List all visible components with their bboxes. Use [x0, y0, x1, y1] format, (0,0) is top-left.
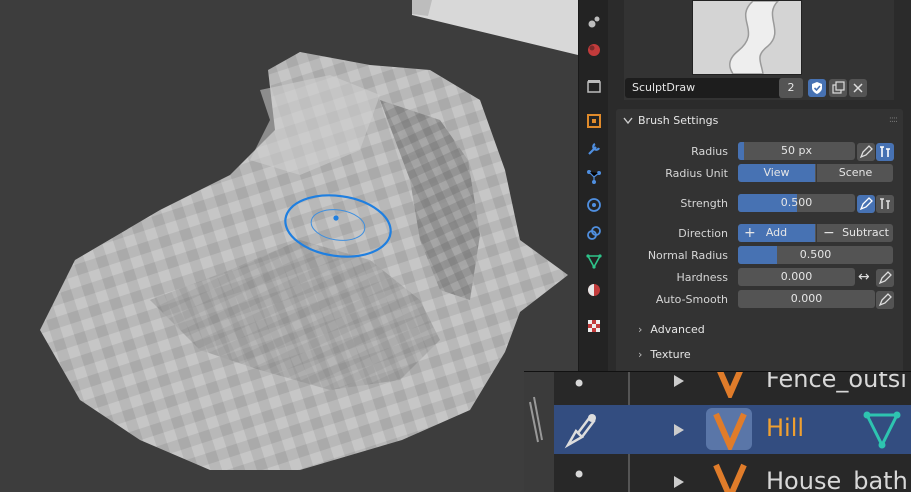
mesh-object-icon: [713, 463, 747, 492]
chevron-down-icon: [623, 117, 633, 125]
brush-users-count[interactable]: 2: [779, 78, 803, 98]
visibility-dot-icon[interactable]: •: [572, 461, 586, 489]
outliner-name-fence: Fence_outsi: [766, 371, 907, 393]
duplicate-icon[interactable]: [829, 79, 847, 97]
mesh-data-icon[interactable]: [862, 409, 902, 449]
pressure-pen-icon[interactable]: [876, 269, 894, 287]
expand-arrow-icon[interactable]: [672, 475, 686, 489]
pressure-pen-icon[interactable]: [857, 143, 875, 161]
drag-handle-icon[interactable]: ::::: [889, 115, 898, 125]
panel-title: Brush Settings: [638, 114, 719, 127]
radius-fill: [738, 142, 744, 160]
direction-subtract[interactable]: − Subtract: [816, 224, 893, 242]
normal-radius-label: Normal Radius: [647, 249, 728, 262]
radius-field[interactable]: 50 px: [738, 142, 855, 160]
radius-unit-row: Radius Unit View Scene: [608, 164, 911, 184]
strength-row: Strength 0.500: [608, 194, 911, 214]
particles-icon[interactable]: [586, 169, 602, 185]
sculpt-mesh[interactable]: [0, 0, 578, 491]
radius-unit-toggle: View Scene: [738, 164, 893, 182]
strength-field[interactable]: 0.500: [738, 194, 855, 212]
modifier-icon[interactable]: [586, 141, 602, 157]
physics-icon[interactable]: [586, 197, 602, 213]
chevron-right-icon: ›: [638, 348, 643, 361]
outliner-left-strip: [524, 372, 554, 492]
radius-unit-view[interactable]: View: [738, 164, 815, 182]
radius-label: Radius: [691, 145, 728, 158]
normal-radius-fill: [738, 246, 777, 264]
minus-icon: −: [823, 225, 835, 241]
pressure-pen-icon[interactable]: [857, 195, 875, 213]
expand-arrow-icon[interactable]: [672, 423, 686, 437]
normal-radius-row: Normal Radius 0.500: [608, 246, 911, 266]
chevron-right-icon: ›: [638, 323, 643, 336]
radius-unit-label: Radius Unit: [665, 167, 728, 180]
radius-row: Radius 50 px: [608, 142, 911, 162]
auto-smooth-field[interactable]: 0.000: [738, 290, 875, 308]
hardness-label: Hardness: [676, 271, 728, 284]
outliner-row-hill[interactable]: Hill: [554, 405, 911, 454]
object-icon[interactable]: [586, 113, 602, 129]
advanced-subpanel[interactable]: › Advanced: [638, 323, 705, 336]
hardness-row: Hardness 0.000 ↔: [608, 268, 911, 288]
auto-smooth-row: Auto-Smooth 0.000: [608, 290, 911, 310]
expand-arrow-icon[interactable]: [672, 374, 686, 388]
strength-label: Strength: [680, 197, 728, 210]
unified-strength-icon[interactable]: [876, 195, 894, 213]
outliner-name-hill: Hill: [766, 414, 805, 442]
collection-icon[interactable]: [586, 78, 602, 94]
direction-row: Direction + Add − Subtract: [608, 224, 911, 244]
brush-name-field[interactable]: SculptDraw: [625, 78, 782, 98]
pressure-pen-icon[interactable]: [876, 291, 894, 309]
outliner-zoom: • Fence_outsi Hill • House_bath: [524, 371, 911, 492]
material-icon[interactable]: [586, 282, 602, 298]
3d-viewport[interactable]: [0, 0, 578, 491]
plus-icon: +: [744, 225, 756, 241]
data-icon[interactable]: [586, 253, 602, 269]
properties-editor: SculptDraw 2 Brush Settings :::: Radius …: [608, 0, 911, 372]
radius-unit-scene[interactable]: Scene: [816, 164, 893, 182]
normal-radius-field[interactable]: 0.500: [738, 246, 893, 264]
close-icon[interactable]: [849, 79, 867, 97]
tool-icon[interactable]: [586, 14, 602, 30]
outliner-row-house[interactable]: • House_bath: [554, 455, 911, 492]
texture-icon[interactable]: [586, 318, 602, 334]
constraints-icon[interactable]: [586, 225, 602, 241]
visibility-dot-icon[interactable]: •: [572, 372, 586, 398]
hardness-field[interactable]: 0.000: [738, 268, 855, 286]
unified-size-icon[interactable]: [876, 143, 894, 161]
auto-smooth-label: Auto-Smooth: [655, 293, 728, 306]
brush-center-dot: [333, 215, 339, 221]
brush-thumbnail[interactable]: [692, 0, 802, 75]
brush-name: SculptDraw: [632, 81, 696, 94]
outliner-name-house: House_bath: [766, 467, 908, 492]
texture-subpanel[interactable]: › Texture: [638, 348, 691, 361]
brush-settings-header[interactable]: Brush Settings ::::: [616, 109, 903, 133]
direction-toggle: + Add − Subtract: [738, 224, 893, 242]
world-icon[interactable]: [586, 42, 602, 58]
mesh-object-icon: [717, 372, 743, 398]
direction-label: Direction: [678, 227, 728, 240]
invert-arrows-icon[interactable]: ↔: [858, 269, 870, 285]
properties-tab-bar: [578, 0, 609, 372]
mesh-object-icon: [713, 412, 747, 450]
sculpt-brush-icon[interactable]: [562, 411, 598, 449]
direction-add[interactable]: + Add: [738, 224, 815, 242]
fake-user-shield-icon[interactable]: [808, 79, 826, 97]
